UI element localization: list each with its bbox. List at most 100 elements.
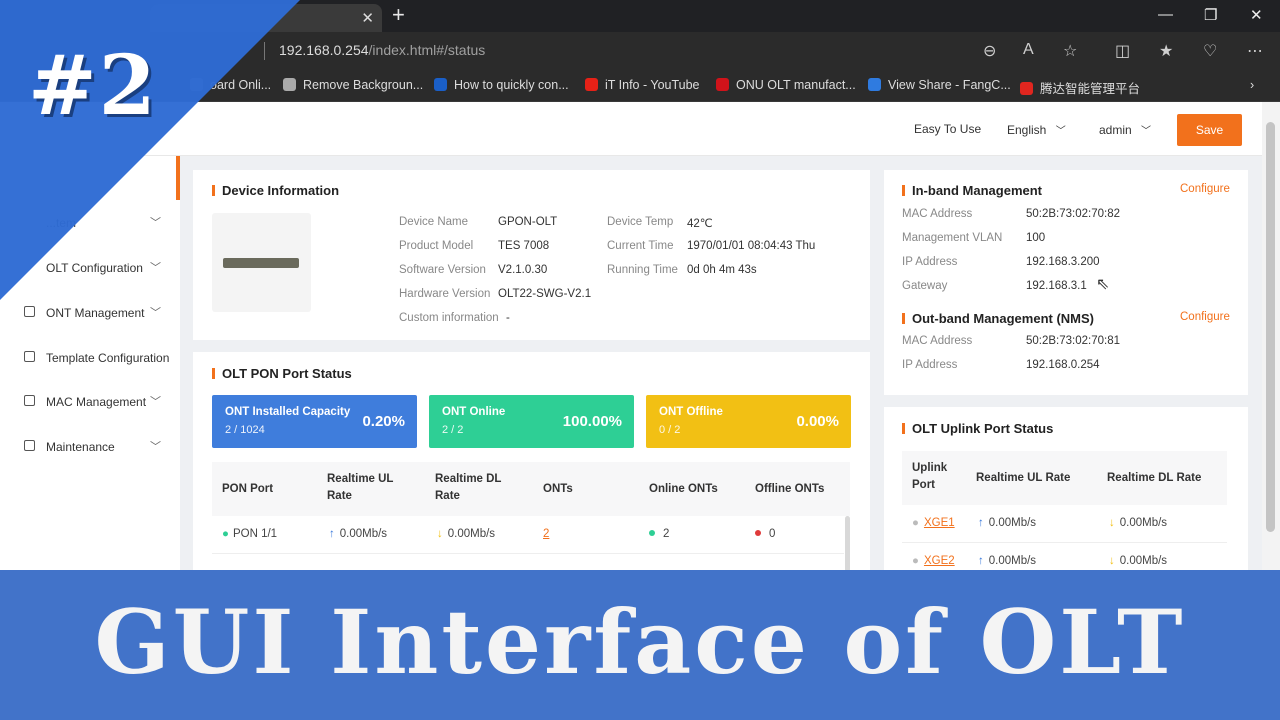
favorite-star-icon[interactable]: ☆ (1063, 41, 1077, 61)
ul-rate-value: 0.00Mb/s (339, 528, 388, 540)
offline-value: 0 (769, 528, 776, 540)
split-screen-icon[interactable]: ◫ (1115, 41, 1130, 61)
card-title: OLT Uplink Port Status (901, 421, 1054, 436)
bookmark-favicon-icon (434, 78, 447, 91)
label: Device Temp (607, 216, 674, 228)
bookmark-label: View Share - FangC... (888, 78, 1011, 92)
label: Current Time (607, 240, 674, 252)
sidebar-item-ont-management[interactable]: ONT Management ﹀ (0, 298, 180, 328)
uplink-port-link[interactable]: XGE1 (924, 517, 955, 529)
bookmark-item[interactable]: View Share - FangC... (868, 78, 1011, 92)
read-aloud-icon[interactable]: A (1023, 41, 1034, 59)
dl-rate-value: 0.00Mb/s (447, 528, 496, 540)
column-header: Realtime DL Rate (435, 473, 502, 502)
kpi-sub: 0 / 2 (659, 424, 681, 436)
template-icon (24, 351, 35, 362)
mac-icon (24, 395, 35, 406)
title-banner: GUI Interface of OLT (0, 570, 1280, 720)
save-button[interactable]: Save (1177, 114, 1242, 146)
label: MAC Address (902, 208, 973, 220)
inband-gateway-value: 192.168.3.1 (1026, 280, 1087, 292)
card-title: In-band Management (901, 183, 1043, 198)
kpi-title: ONT Offline (659, 406, 723, 418)
port-status-icon: ● (222, 528, 229, 540)
uplink-port-link[interactable]: XGE2 (924, 555, 955, 567)
chevron-right-icon[interactable]: › (1250, 78, 1254, 92)
dl-rate-cell: ↓ 0.00Mb/s (1109, 517, 1167, 529)
scrollbar-thumb[interactable] (1266, 122, 1275, 532)
device-temp-value: 42℃ (687, 218, 713, 230)
bookmark-item[interactable]: 腾达智能管理平台 (1020, 78, 1140, 97)
dl-rate-value: 0.00Mb/s (1119, 517, 1168, 529)
kpi-percent: 100.00% (562, 413, 622, 430)
label: Device Name (399, 216, 469, 228)
sidebar-item-template-configuration[interactable]: Template Configuration (0, 343, 180, 373)
bookmark-item[interactable]: How to quickly con... (434, 78, 569, 92)
user-menu[interactable]: admin ﹀ (1099, 122, 1151, 137)
running-time-value: 0d 0h 4m 43s (687, 264, 757, 276)
bookmark-item[interactable]: Remove Backgroun... (283, 78, 423, 92)
restore-icon[interactable]: ❐ (1204, 6, 1217, 24)
easy-to-use-link[interactable]: Easy To Use (914, 122, 981, 136)
uplink-table-header: Uplink Port Realtime UL Rate Realtime DL… (902, 451, 1227, 505)
table-scrollbar[interactable] (845, 516, 850, 572)
mouse-cursor-icon: ⇖ (1096, 276, 1110, 293)
close-tab-icon[interactable]: ✕ (361, 9, 374, 27)
label: Gateway (902, 280, 948, 292)
onts-link[interactable]: 2 (543, 528, 549, 540)
language-select[interactable]: English ﹀ (1007, 122, 1066, 137)
inband-mac-value: 50:2B:73:02:70:82 (1026, 208, 1120, 220)
bookmark-favicon-icon (1020, 82, 1033, 95)
label: IP Address (902, 359, 958, 371)
zoom-icon[interactable]: ⊖ (983, 41, 996, 61)
port-icon: ● (912, 517, 919, 529)
table-row[interactable]: ● XGE1 ↑ 0.00Mb/s ↓ 0.00Mb/s (902, 505, 1227, 543)
chevron-down-icon: ﹀ (150, 396, 161, 408)
inband-configure-link[interactable]: Configure (1180, 183, 1230, 195)
bookmark-label: Remove Backgroun... (303, 78, 424, 92)
health-icon[interactable]: ♡ (1203, 41, 1217, 61)
online-dot-icon (649, 530, 655, 536)
favorites-icon[interactable]: ★ (1159, 41, 1173, 61)
column-header: Online ONTs (649, 483, 718, 495)
bookmark-favicon-icon (716, 78, 729, 91)
arrow-down-icon: ↓ (437, 528, 443, 540)
page-scrollbar[interactable] (1262, 102, 1280, 572)
current-time-value: 1970/01/01 08:04:43 Thu (687, 240, 816, 252)
close-window-icon[interactable]: ✕ (1250, 6, 1263, 24)
sidebar-item-label: ONT Management (46, 306, 145, 320)
new-tab-icon[interactable]: + (392, 4, 405, 26)
pon-port-cell: ● PON 1/1 (222, 528, 277, 540)
minimize-icon[interactable]: — (1158, 6, 1173, 23)
maintenance-icon (24, 440, 35, 451)
sidebar-item-maintenance[interactable]: Maintenance ﹀ (0, 432, 180, 462)
hardware-version-value: OLT22-SWG-V2.1 (498, 288, 592, 300)
sidebar-item-label: Template Configuration (46, 351, 170, 365)
label: Running Time (607, 264, 678, 276)
bookmark-item[interactable]: iT Info - YouTube (585, 78, 700, 92)
bookmark-item[interactable]: ONU OLT manufact... (716, 78, 856, 92)
online-value: 2 (663, 528, 670, 540)
column-header: Realtime UL Rate (976, 472, 1071, 484)
arrow-up-icon: ↑ (978, 555, 984, 567)
label: Management VLAN (902, 232, 1003, 244)
column-header: PON Port (222, 483, 274, 495)
url-input[interactable]: 192.168.0.254/index.html#/status (279, 42, 485, 58)
chevron-down-icon: ﹀ (1141, 126, 1152, 137)
column-header: Realtime UL Rate (327, 473, 394, 502)
kpi-installed-capacity: ONT Installed Capacity 2 / 1024 0.20% (212, 395, 417, 448)
label: Software Version (399, 264, 486, 276)
kpi-sub: 2 / 1024 (225, 424, 265, 436)
table-row[interactable]: ● PON 1/1 ↑ 0.00Mb/s ↓ 0.00Mb/s 2 2 0 (212, 516, 844, 554)
chevron-down-icon: ﹀ (150, 307, 161, 319)
sidebar-item-label: Maintenance (46, 440, 115, 454)
outband-configure-link[interactable]: Configure (1180, 311, 1230, 323)
sidebar-item-mac-management[interactable]: MAC Management ﹀ (0, 387, 180, 417)
ul-rate-value: 0.00Mb/s (988, 517, 1037, 529)
more-menu-icon[interactable]: ⋯ (1247, 41, 1263, 61)
kpi-title: ONT Online (442, 406, 506, 418)
episode-badge: #2 (28, 38, 158, 134)
online-cell: 2 (649, 528, 669, 540)
offline-dot-icon (755, 530, 761, 536)
arrow-down-icon: ↓ (1109, 517, 1115, 529)
